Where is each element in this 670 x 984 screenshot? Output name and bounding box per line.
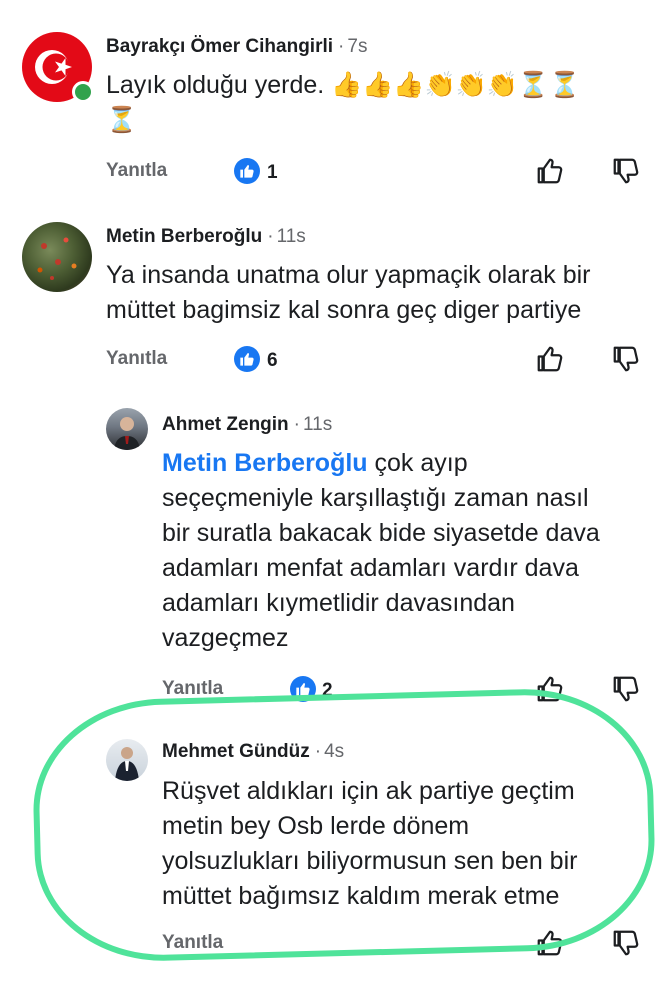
online-status-dot <box>72 81 94 103</box>
author-name[interactable]: Bayrakçı Ömer Cihangirli <box>106 36 333 57</box>
thumbs-down-icon[interactable] <box>611 156 641 186</box>
comment-text: Layık olduğu yerde. 👍👍👍👏👏👏⏳⏳ ⏳ <box>106 71 581 134</box>
like-reaction-icon[interactable] <box>234 346 260 372</box>
like-count: 1 <box>267 162 278 183</box>
reply-button[interactable]: Yanıtla <box>106 160 167 182</box>
like-count: 6 <box>267 350 278 371</box>
timestamp[interactable]: 11s <box>303 414 332 435</box>
timestamp[interactable]: 7s <box>347 36 367 57</box>
comment-header: Bayrakçı Ömer Cihangirli · 7s <box>106 36 368 57</box>
thumbs-down-icon[interactable] <box>611 344 641 374</box>
tree-photo-icon <box>37 237 77 280</box>
thumbs-up-icon[interactable] <box>535 344 565 374</box>
highlight-annotation <box>30 685 658 965</box>
author-name[interactable]: Metin Berberoğlu <box>106 226 262 247</box>
mention-link[interactable]: Metin Berberoğlu <box>162 449 368 477</box>
author-name[interactable]: Ahmet Zengin <box>162 414 289 435</box>
avatar-tree[interactable] <box>22 222 92 292</box>
reply-button[interactable]: Yanıtla <box>106 348 167 370</box>
comment-text: Metin Berberoğlu çok ayıp seçeçmeniyle k… <box>162 449 600 652</box>
comment-actions: Yanıtla 1 <box>0 152 670 192</box>
comment-text: Ya insanda unatma olur yapmaçik olarak b… <box>106 261 591 324</box>
emoji-sequence-wrap: ⏳ <box>106 106 138 134</box>
comment-header: Ahmet Zengin · 11s <box>162 414 333 435</box>
thumbs-down-icon[interactable] <box>611 928 641 958</box>
thumbs-down-icon[interactable] <box>611 674 641 704</box>
emoji-sequence: 👍👍👍👏👏👏⏳⏳ <box>331 71 581 99</box>
like-reaction-icon[interactable] <box>234 158 260 184</box>
thumbs-up-icon[interactable] <box>535 156 565 186</box>
comment-header: Metin Berberoğlu · 11s <box>106 226 306 247</box>
person-photo-icon <box>114 417 140 450</box>
avatar-ahmet[interactable] <box>106 408 148 450</box>
comment-actions: Yanıtla 6 <box>0 340 670 380</box>
timestamp[interactable]: 11s <box>277 226 306 247</box>
